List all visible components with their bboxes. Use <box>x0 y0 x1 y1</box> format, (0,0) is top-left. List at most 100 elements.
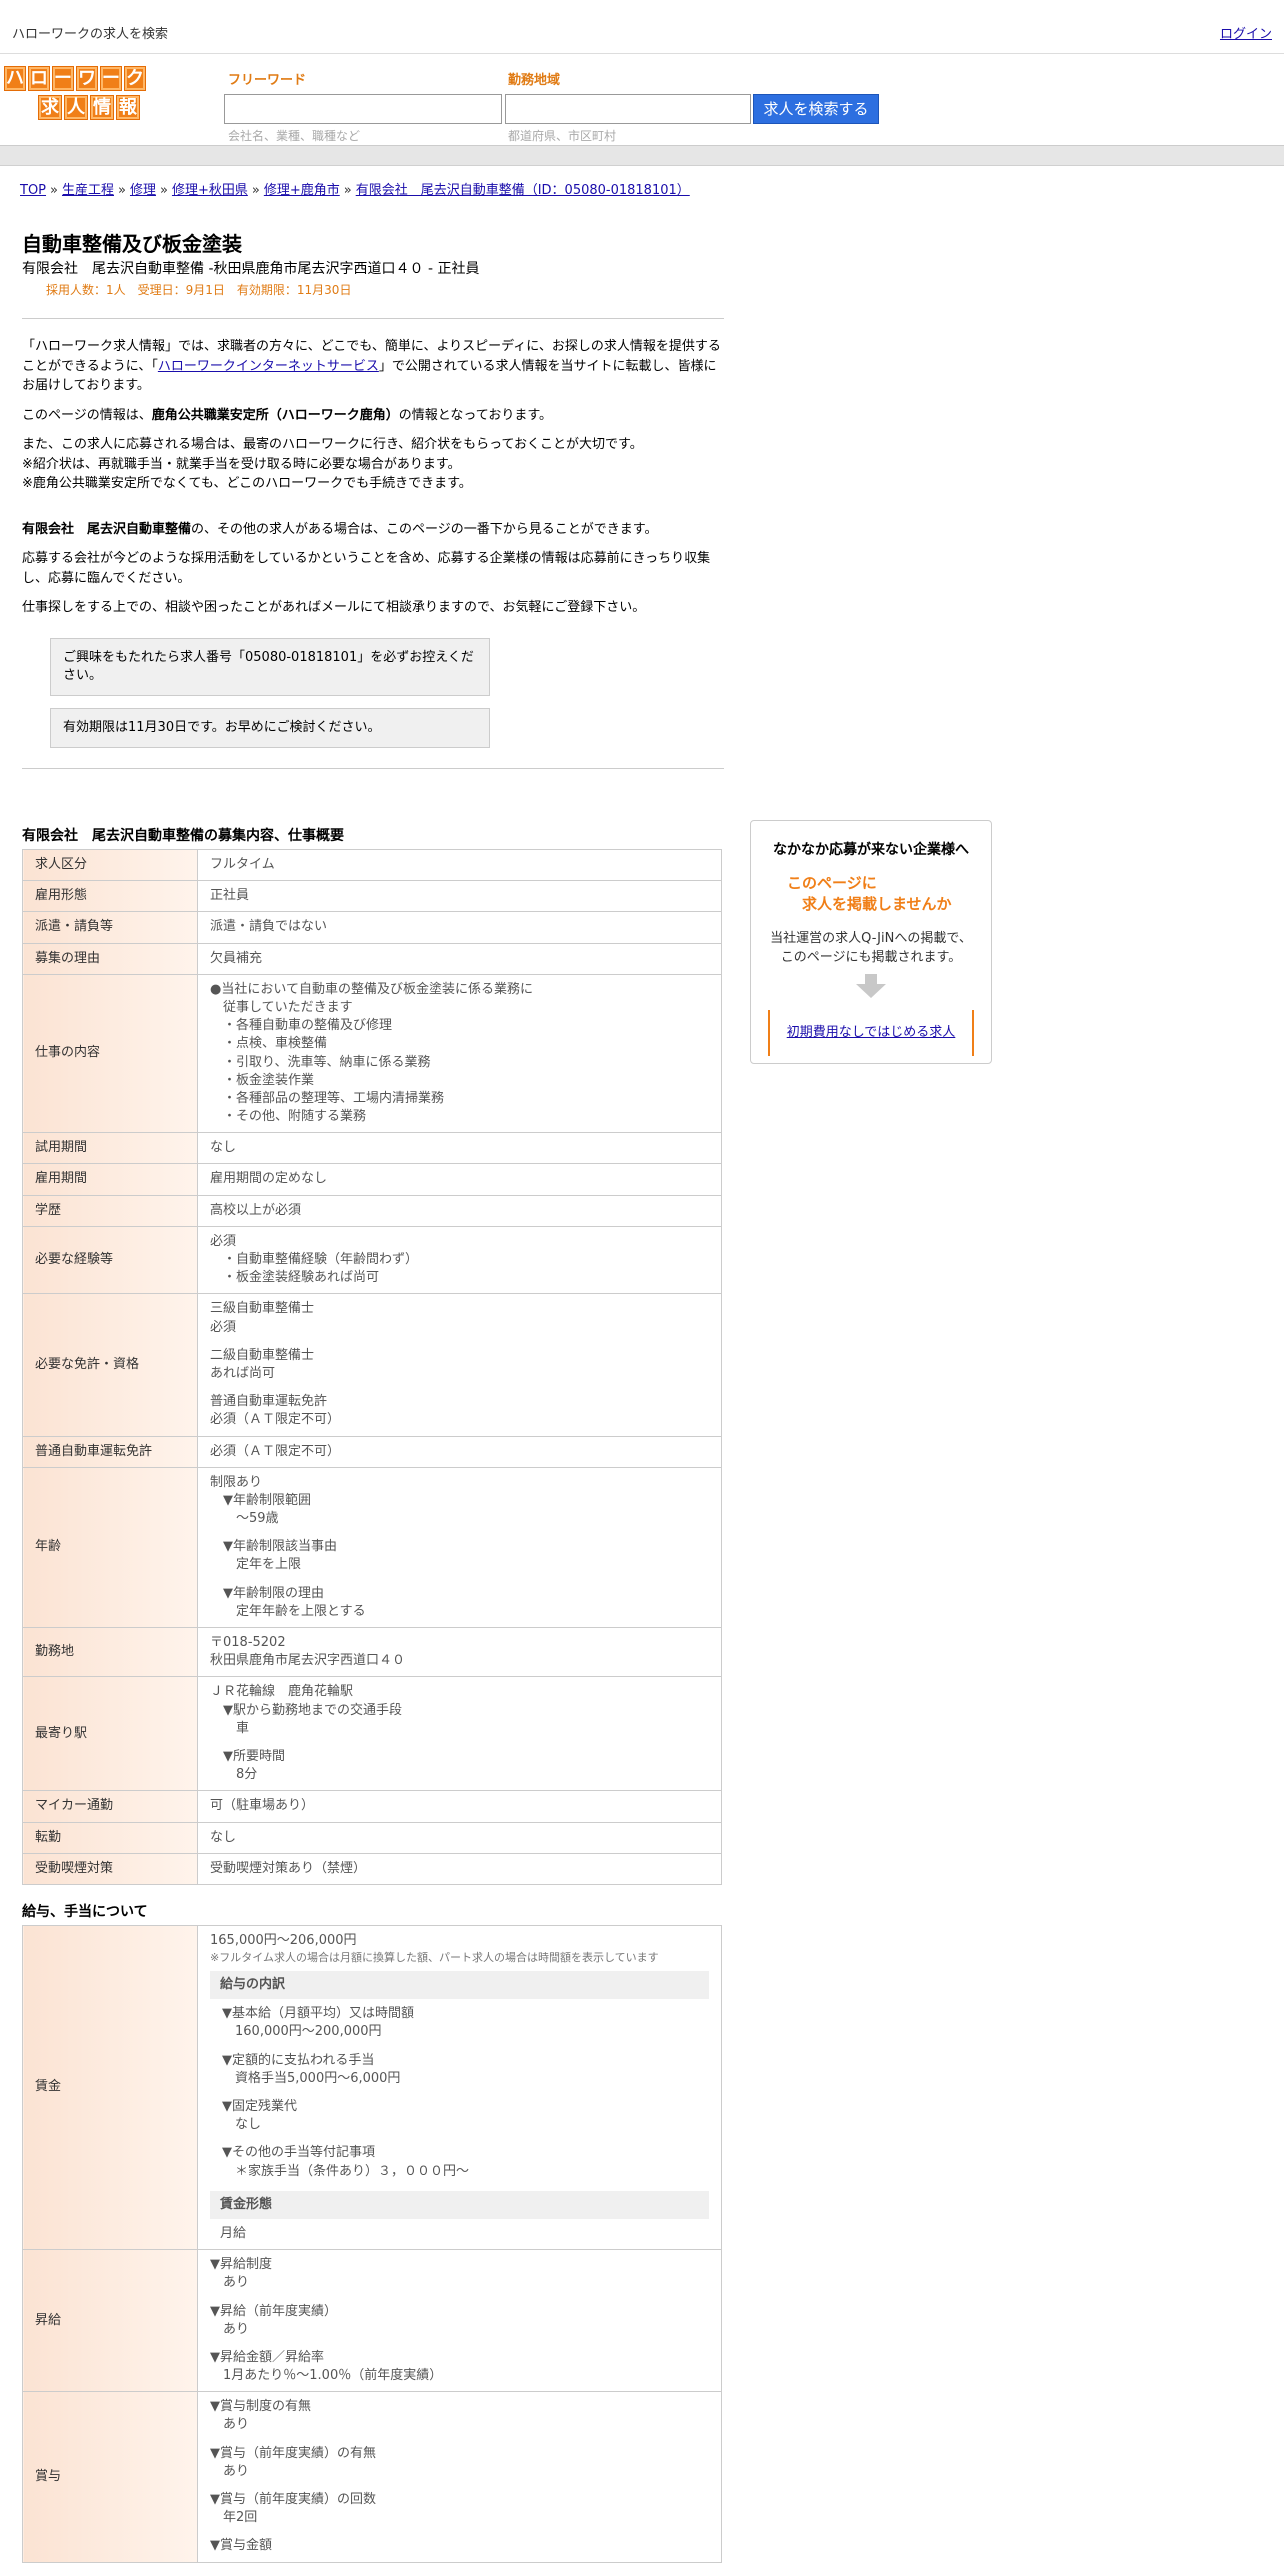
text-line: ▼賞与（前年度実績）の有無 <box>210 2445 376 2461</box>
text-line: また、この求人に応募される場合は、最寄のハローワークに行き、紹介状をもらっておく… <box>22 437 643 453</box>
table-row: 求人区分 フルタイム <box>22 849 722 882</box>
row-key: 最寄り駅 <box>22 1676 198 1792</box>
intro-paragraph-6: 仕事探しをする上での、相談や困ったことがあればメールにて相談承りますので、お気軽… <box>22 600 646 616</box>
section-title-salary: 給与、手当について <box>22 1903 148 1920</box>
area-input[interactable] <box>505 94 751 124</box>
wage-form-heading: 賃金形態 <box>210 2190 709 2219</box>
divider <box>22 768 724 770</box>
text-line: 必須 <box>210 1233 237 1249</box>
intro-paragraph-5: 応募する会社が今どのような採用活動をしているかということを含め、応募する企業様の… <box>22 551 711 586</box>
text-line: ▼昇給（前年度実績） <box>210 2303 337 2319</box>
text-line: ・引取り、洗車等、納車に係る業務 <box>210 1054 431 1070</box>
row-value: 派遣・請負ではない <box>197 911 722 944</box>
table-row: 派遣・請負等 派遣・請負ではない <box>22 911 722 944</box>
text-line: ・各種部品の整理等、工場内清掃業務 <box>210 1090 445 1106</box>
table-row: 最寄り駅 ＪＲ花輪線 鹿角花輪駅 ▼駅から勤務地までの交通手段 車 ▼所要時間 8… <box>22 1676 722 1792</box>
divider <box>22 318 724 320</box>
text-line: ▼年齢制限の理由 <box>210 1585 324 1601</box>
text-line: 必須 <box>210 1319 237 1335</box>
table-row: 年齢 制限あり ▼年齢制限範囲 〜59歳 ▼年齢制限該当事由 定年を上限 ▼年齢制… <box>22 1466 722 1629</box>
row-key: 学歴 <box>22 1194 198 1227</box>
logo-glyph: 求 <box>38 95 62 120</box>
text-line: ▼定額的に支払われる手当 <box>222 2052 375 2068</box>
row-value: 必須 ・自動車整備経験（年齢問わず） ・板金塗装経験あれば尚可 <box>197 1225 722 1295</box>
arrow-down-icon <box>856 973 886 998</box>
text-line: ・点検、車検整備 <box>210 1036 328 1052</box>
logo-glyph: ー <box>52 66 74 91</box>
text-line: 定年を上限 <box>210 1557 302 1573</box>
row-value: ▼賞与制度の有無 あり ▼賞与（前年度実績）の有無 あり ▼賞与（前年度実績）の回数… <box>197 2391 722 2563</box>
advert-heading: なかなか応募が来ない企業様へ <box>773 842 969 858</box>
text-line: 160,000円〜200,000円 <box>222 2024 382 2040</box>
breadcrumb-link[interactable]: TOP <box>20 183 46 198</box>
breadcrumb-separator: » <box>159 183 168 198</box>
advert-box: なかなか応募が来ない企業様へ このページに 求人を掲載しませんか 当社運営の求人… <box>750 820 992 1064</box>
text-line: ▼昇給制度 <box>210 2257 272 2273</box>
logo-glyph: ク <box>124 66 146 91</box>
text-line: 高校以上が必須 <box>210 1202 302 1218</box>
row-key: 派遣・請負等 <box>22 911 198 944</box>
row-value: なし <box>197 1132 722 1165</box>
table-row: 必要な免許・資格 三級自動車整備士 必須 二級自動車整備士 あれば尚可 普通自動車運転免許… <box>22 1293 722 1437</box>
row-value: 受動喫煙対策あり（禁煙） <box>197 1852 722 1885</box>
free-word-input[interactable] <box>224 94 502 124</box>
text-line: 正社員 <box>210 888 250 904</box>
table-row: 受動喫煙対策 受動喫煙対策あり（禁煙） <box>22 1852 722 1885</box>
table-row: 学歴 高校以上が必須 <box>22 1194 722 1227</box>
text-line: 必須（ＡＴ限定不可） <box>210 1412 341 1428</box>
breadcrumb-link[interactable]: 修理+秋田県 <box>172 183 248 198</box>
hellowork-internet-link[interactable]: ハローワークインターネットサービス <box>158 359 379 374</box>
text-line: ＪＲ花輪線 鹿角花輪駅 <box>210 1684 354 1700</box>
advert-link[interactable]: 初期費用なしではじめる求人 <box>787 1024 956 1042</box>
section-title-overview: 有限会社 尾去沢自動車整備の募集内容、仕事概要 <box>22 828 344 845</box>
table-row: マイカー通勤 可（駐車場あり） <box>22 1790 722 1823</box>
text-line: なし <box>222 2117 262 2133</box>
row-value: ＪＲ花輪線 鹿角花輪駅 ▼駅から勤務地までの交通手段 車 ▼所要時間 8分 <box>197 1676 722 1792</box>
job-subtitle: 有限会社 尾去沢自動車整備 -秋田県鹿角市尾去沢字西道口４０ - 正社員 <box>22 261 480 277</box>
table-row: 賞与 ▼賞与制度の有無 あり ▼賞与（前年度実績）の有無 あり ▼賞与（前年度実績）… <box>22 2391 722 2563</box>
text-line: ●当社において自動車の整備及び板金塗装に係る業務に <box>210 981 533 997</box>
logo-glyph: ワ <box>76 66 98 91</box>
row-key: 募集の理由 <box>22 942 198 975</box>
text-line: 欠員補充 <box>210 950 263 966</box>
row-value: 可（駐車場あり） <box>197 1790 722 1823</box>
row-value: 雇用期間の定めなし <box>197 1163 722 1196</box>
row-key: 年齢 <box>22 1466 198 1629</box>
hellowork-logo[interactable]: ハローワーク 求人情報 <box>4 66 180 124</box>
text-line: 制限あり <box>210 1474 263 1490</box>
table-row: 募集の理由 欠員補充 <box>22 942 722 975</box>
row-key: 転勤 <box>22 1821 198 1854</box>
logo-glyph: 人 <box>64 95 88 120</box>
text-line: ＊家族手当（条件あり）３，０００円〜 <box>222 2163 470 2179</box>
breadcrumb-link[interactable]: 有限会社 尾去沢自動車整備（ID：05080-01818101） <box>356 183 690 198</box>
text-line: 必須（ＡＴ限定不可） <box>210 1443 341 1459</box>
breakdown-heading: 給与の内訳 <box>210 1971 709 2000</box>
table-row: 普通自動車運転免許 必須（ＡＴ限定不可） <box>22 1435 722 1468</box>
login-link[interactable]: ログイン <box>1220 26 1272 44</box>
breadcrumb-link[interactable]: 生産工程 <box>62 183 114 198</box>
row-key: 昇給 <box>22 2249 198 2393</box>
text-line: あり <box>210 2417 250 2433</box>
table-row: 勤務地 〒018-5202 秋田県鹿角市尾去沢字西道口４０ <box>22 1627 722 1678</box>
table-row: 転勤 なし <box>22 1821 722 1854</box>
intro-paragraph-3: また、この求人に応募される場合は、最寄のハローワークに行き、紹介状をもらっておく… <box>22 435 724 494</box>
breadcrumb-link[interactable]: 修理+鹿角市 <box>264 183 340 198</box>
breadcrumb-link[interactable]: 修理 <box>130 183 156 198</box>
text-line: あり <box>210 2275 250 2291</box>
text-line: あり <box>210 2463 250 2479</box>
text-line: 〒018-5202 <box>210 1635 286 1651</box>
intro-paragraph-4: 有限会社 尾去沢自動車整備の、その他の求人がある場合は、このページの一番下から見… <box>22 521 658 537</box>
area-hint: 都道府県、市区町村 <box>508 129 617 143</box>
free-word-hint: 会社名、業種、職種など <box>228 129 361 143</box>
search-button[interactable]: 求人を検索する <box>753 94 879 124</box>
text-line: 車 <box>210 1720 250 1736</box>
row-key: 勤務地 <box>22 1627 198 1678</box>
text-line: 普通自動車運転免許 <box>210 1394 328 1410</box>
text-line: 従事していただきます <box>210 999 353 1015</box>
row-key: 必要な経験等 <box>22 1225 198 1295</box>
